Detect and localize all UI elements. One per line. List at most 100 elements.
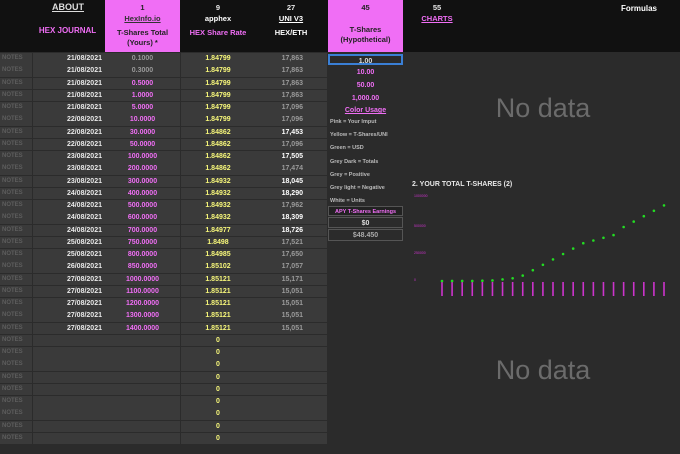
tshares-cell[interactable] [105, 383, 180, 396]
tshares-cell[interactable] [105, 359, 180, 371]
hex-eth-cell[interactable]: 17,863 [255, 77, 327, 90]
date-cell[interactable]: 23/08/2021 [33, 163, 105, 175]
date-cell[interactable]: 21/08/2021 [33, 89, 105, 102]
hex-eth-cell[interactable]: 15,051 [255, 310, 327, 322]
hex-eth-cell[interactable]: 18,290 [255, 187, 327, 200]
date-cell[interactable]: 27/08/2021 [33, 298, 105, 310]
date-cell[interactable]: 27/08/2021 [33, 273, 105, 286]
hex-eth-cell[interactable]: 17,096 [255, 138, 327, 151]
hex-eth-cell[interactable] [255, 420, 327, 433]
tshares-cell[interactable] [105, 408, 180, 420]
date-cell[interactable] [33, 420, 105, 433]
notes-cell[interactable]: NOTES [0, 371, 32, 384]
date-cell[interactable]: 27/08/2021 [33, 322, 105, 335]
hex-eth-cell[interactable]: 15,051 [255, 285, 327, 298]
share-rate-cell[interactable]: 1.84932 [181, 200, 255, 212]
share-rate-cell[interactable]: 1.84799 [181, 102, 255, 114]
share-rate-cell[interactable]: 1.8498 [181, 236, 255, 249]
apphex-link[interactable]: apphex [181, 14, 255, 24]
date-cell[interactable]: 22/08/2021 [33, 138, 105, 151]
share-rate-cell[interactable]: 0 [181, 432, 255, 445]
notes-cell[interactable]: NOTES [0, 322, 32, 335]
notes-cell[interactable]: NOTES [0, 298, 32, 310]
tshares-cell[interactable]: 100.0000 [105, 151, 180, 163]
share-rate-cell[interactable]: 1.84932 [181, 212, 255, 224]
tshares-cell[interactable]: 1200.0000 [105, 298, 180, 310]
date-cell[interactable]: 24/08/2021 [33, 200, 105, 212]
hex-eth-cell[interactable]: 17,505 [255, 151, 327, 163]
tshares-cell[interactable]: 500.0000 [105, 200, 180, 212]
share-rate-cell[interactable]: 1.84799 [181, 89, 255, 102]
tshares-cell[interactable]: 30.0000 [105, 126, 180, 139]
date-cell[interactable] [33, 359, 105, 371]
hex-eth-cell[interactable] [255, 396, 327, 408]
tshares-cell[interactable] [105, 420, 180, 433]
tshares-cell[interactable]: 750.0000 [105, 236, 180, 249]
date-cell[interactable] [33, 396, 105, 408]
notes-cell[interactable]: NOTES [0, 408, 32, 420]
notes-cell[interactable]: NOTES [0, 310, 32, 322]
date-cell[interactable] [33, 347, 105, 359]
date-cell[interactable]: 27/08/2021 [33, 310, 105, 322]
date-cell[interactable] [33, 432, 105, 445]
tshares-cell[interactable]: 400.0000 [105, 187, 180, 200]
notes-cell[interactable]: NOTES [0, 359, 32, 371]
notes-cell[interactable]: NOTES [0, 396, 32, 408]
hex-eth-cell[interactable] [255, 347, 327, 359]
tshares-cell[interactable] [105, 432, 180, 445]
hex-eth-cell[interactable]: 17,096 [255, 114, 327, 126]
notes-cell[interactable]: NOTES [0, 347, 32, 359]
notes-cell[interactable]: NOTES [0, 187, 32, 200]
tshares-cell[interactable]: 800.0000 [105, 249, 180, 261]
date-cell[interactable]: 22/08/2021 [33, 114, 105, 126]
tshares-cell[interactable]: 0.5000 [105, 77, 180, 90]
notes-cell[interactable]: NOTES [0, 102, 32, 114]
tshares-cell[interactable]: 700.0000 [105, 224, 180, 237]
share-rate-cell[interactable]: 1.84977 [181, 224, 255, 237]
hex-eth-cell[interactable]: 17,096 [255, 102, 327, 114]
share-rate-cell[interactable]: 1.84862 [181, 163, 255, 175]
tshares-cell[interactable]: 50.0000 [105, 138, 180, 151]
hex-eth-cell[interactable]: 17,057 [255, 261, 327, 273]
notes-cell[interactable]: NOTES [0, 126, 32, 139]
notes-cell[interactable]: NOTES [0, 285, 32, 298]
hex-eth-cell[interactable]: 17,863 [255, 53, 327, 65]
date-cell[interactable]: 25/08/2021 [33, 236, 105, 249]
share-rate-cell[interactable]: 0 [181, 408, 255, 420]
date-cell[interactable]: 21/08/2021 [33, 77, 105, 90]
share-rate-cell[interactable]: 1.84799 [181, 53, 255, 65]
notes-cell[interactable]: NOTES [0, 249, 32, 261]
hex-eth-cell[interactable]: 17,863 [255, 65, 327, 77]
hex-eth-cell[interactable] [255, 359, 327, 371]
tshares-cell[interactable]: 0.1000 [105, 53, 180, 65]
share-rate-cell[interactable]: 1.84799 [181, 77, 255, 90]
tshares-cell[interactable]: 1100.0000 [105, 285, 180, 298]
date-cell[interactable]: 24/08/2021 [33, 224, 105, 237]
date-cell[interactable] [33, 334, 105, 347]
tshares-cell[interactable]: 10.0000 [105, 114, 180, 126]
hex-eth-cell[interactable]: 18,045 [255, 175, 327, 188]
share-rate-cell[interactable]: 1.85102 [181, 261, 255, 273]
share-rate-cell[interactable]: 1.85121 [181, 273, 255, 286]
hexinfo-link[interactable]: HexInfo.io [105, 14, 180, 24]
notes-cell[interactable]: NOTES [0, 432, 32, 445]
share-rate-cell[interactable]: 1.84985 [181, 249, 255, 261]
notes-cell[interactable]: NOTES [0, 334, 32, 347]
hex-eth-cell[interactable]: 17,863 [255, 89, 327, 102]
hex-eth-cell[interactable]: 15,051 [255, 322, 327, 335]
notes-cell[interactable]: NOTES [0, 114, 32, 126]
share-rate-cell[interactable]: 1.84932 [181, 175, 255, 188]
tshares-cell[interactable]: 0.3000 [105, 65, 180, 77]
tshares-cell[interactable]: 5.0000 [105, 102, 180, 114]
tshares-cell[interactable]: 200.0000 [105, 163, 180, 175]
date-cell[interactable]: 24/08/2021 [33, 187, 105, 200]
tshares-cell[interactable]: 1400.0000 [105, 322, 180, 335]
tshares-cell[interactable]: 1.0000 [105, 89, 180, 102]
date-cell[interactable] [33, 383, 105, 396]
date-cell[interactable]: 21/08/2021 [33, 102, 105, 114]
notes-cell[interactable]: NOTES [0, 53, 32, 65]
hex-eth-cell[interactable] [255, 432, 327, 445]
share-rate-cell[interactable]: 1.85121 [181, 285, 255, 298]
notes-cell[interactable]: NOTES [0, 261, 32, 273]
share-rate-cell[interactable]: 0 [181, 359, 255, 371]
